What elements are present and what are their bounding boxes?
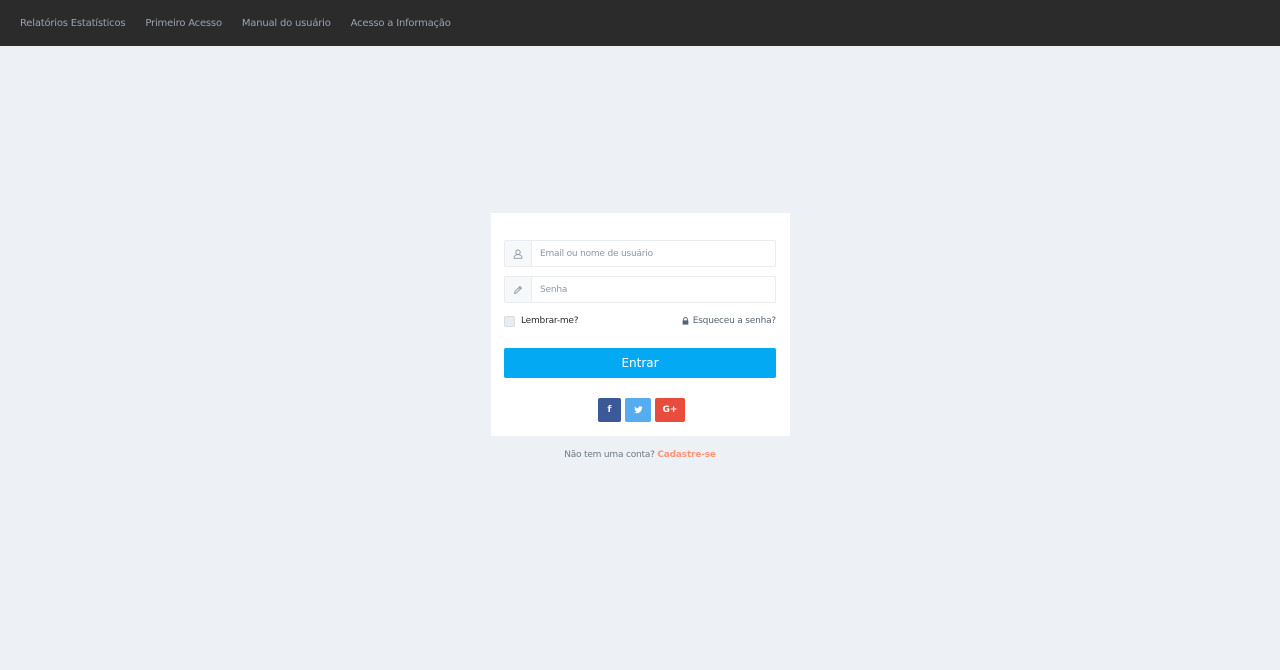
signup-prompt: Não tem uma conta? Cadastre-se bbox=[0, 450, 1280, 460]
facebook-icon: f bbox=[607, 405, 612, 415]
facebook-login-button[interactable]: f bbox=[598, 398, 621, 422]
signup-prompt-text: Não tem uma conta? bbox=[564, 450, 655, 460]
twitter-icon bbox=[633, 406, 643, 414]
login-button[interactable]: Entrar bbox=[504, 348, 776, 378]
password-input[interactable] bbox=[532, 277, 775, 302]
google-plus-icon: G+ bbox=[662, 405, 678, 415]
google-plus-login-button[interactable]: G+ bbox=[655, 398, 685, 422]
lock-icon bbox=[682, 317, 689, 325]
forgot-password-link[interactable]: Esqueceu a senha? bbox=[682, 316, 776, 326]
pencil-icon bbox=[505, 277, 532, 302]
user-icon bbox=[505, 241, 532, 266]
login-card: Lembrar-me? Esqueceu a senha? Entrar f G… bbox=[491, 213, 790, 436]
nav-link-relatorios-estatisticos[interactable]: Relatórios Estatísticos bbox=[20, 18, 126, 29]
top-navbar: Relatórios Estatísticos Primeiro Acesso … bbox=[0, 0, 1280, 46]
nav-link-manual-do-usuario[interactable]: Manual do usuário bbox=[242, 18, 331, 29]
social-login-group: f G+ bbox=[598, 398, 685, 422]
remember-me-checkbox[interactable] bbox=[504, 315, 515, 327]
username-input[interactable] bbox=[532, 241, 775, 266]
remember-me-label: Lembrar-me? bbox=[521, 316, 579, 326]
nav-link-acesso-a-informacao[interactable]: Acesso a Informação bbox=[351, 18, 451, 29]
password-field-group bbox=[504, 276, 776, 303]
forgot-password-label: Esqueceu a senha? bbox=[692, 316, 776, 326]
remember-me[interactable]: Lembrar-me? bbox=[504, 315, 579, 327]
twitter-login-button[interactable] bbox=[625, 398, 651, 422]
nav-link-primeiro-acesso[interactable]: Primeiro Acesso bbox=[145, 18, 222, 29]
username-field-group bbox=[504, 240, 776, 267]
signup-link[interactable]: Cadastre-se bbox=[657, 450, 716, 460]
login-options-row: Lembrar-me? Esqueceu a senha? bbox=[504, 314, 776, 328]
